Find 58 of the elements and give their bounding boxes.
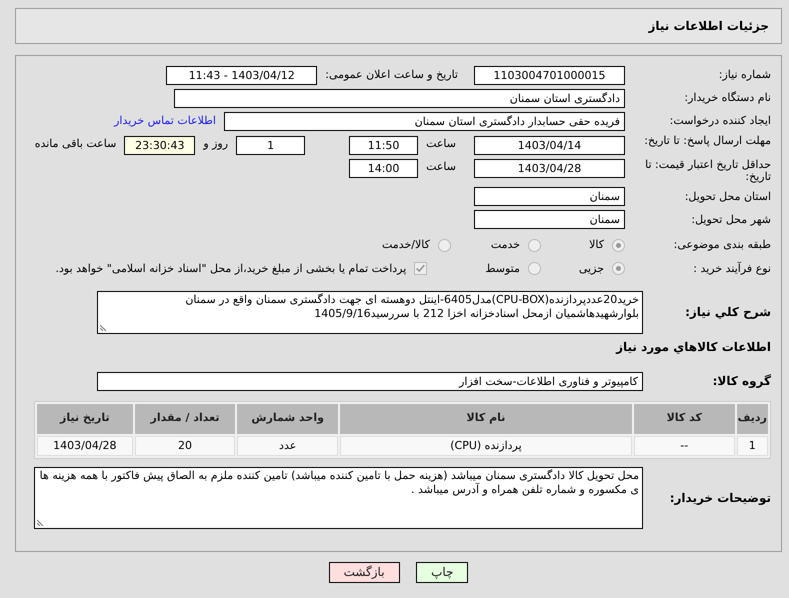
section-heading: اطلاعات كالاهاي مورد نياز — [616, 338, 771, 356]
field-label: ساعت باقی مانده — [34, 136, 116, 152]
input-field[interactable]: کامپیوتر و فناوری اطلاعات-سخت افزار — [97, 372, 643, 391]
radio-option[interactable]: جزیی — [578, 260, 625, 278]
input-field[interactable]: 1103004701000015 — [474, 66, 625, 85]
input-field[interactable]: سمنان — [474, 210, 625, 230]
input-field[interactable]: سمنان — [474, 187, 625, 206]
input-field[interactable]: 1403/04/12 - 11:43 — [166, 66, 318, 85]
input-field[interactable]: 23:30:43 — [124, 136, 196, 155]
input-field[interactable]: 1403/04/14 — [474, 136, 625, 155]
back-button[interactable]: بازگشت — [328, 562, 400, 583]
text-area[interactable]: محل تحویل کالا دادگستری سمنان میباشد (هزینه حمل با تامین کننده میباشد) تامین کننده ملزم به الصاق پیش فاکتور با همه هزینه ها ی مکسوره و شماره تلفن همراه و آدرس میباشد . — [34, 467, 643, 530]
table-cell: 1403/04/28 — [37, 436, 133, 456]
print-button[interactable]: چاپ — [416, 562, 468, 583]
field-label: نام دستگاه خریدار: — [683, 92, 771, 105]
text-area[interactable]: خرید20عددپردازنده(CPU-BOX)مدل6405-اینتل دوهسته ای جهت دادگستری سمنان واقع در سمنان بلوارشهیدهاشمیان ازمحل اسنادخزانه اخزا 212 با سررسید1405/9/16 — [97, 291, 643, 334]
field-label: روز و — [203, 136, 228, 152]
page-title: جزئیات اطلاعات نیاز — [648, 18, 769, 35]
field-label: ساعت — [426, 136, 456, 152]
radio-option[interactable]: کالا — [589, 237, 625, 254]
field-label: طبقه بندی موضوعی: — [672, 239, 771, 252]
input-field[interactable]: 1 — [236, 136, 306, 155]
check-icon — [415, 263, 426, 274]
input-field[interactable]: 11:50 — [349, 136, 418, 155]
column-header: واحد شمارش — [237, 404, 338, 434]
column-header: نام کالا — [340, 404, 632, 434]
field-label: تاریخ و ساعت اعلان عمومی: — [325, 67, 458, 84]
column-header: کد کالا — [634, 404, 735, 434]
input-field[interactable]: 1403/04/28 — [474, 159, 625, 178]
table-cell: 1 — [736, 436, 768, 456]
field-label: شرح كلي نياز: — [684, 304, 771, 322]
table-cell: عدد — [237, 436, 338, 456]
field-label: استان محل تحویل: — [684, 190, 771, 203]
column-header: تعداد / مقدار — [134, 404, 236, 434]
column-header: ردیف — [736, 404, 768, 434]
table-cell: پردازنده (CPU) — [340, 436, 632, 456]
checkbox-option[interactable]: پرداخت تمام یا بخشی از مبلغ خرید،از محل "اسناد خزانه اسلامی" خواهد بود. — [56, 260, 428, 278]
field-label: شماره نیاز: — [718, 69, 771, 82]
field-label: حداقل تاریخ اعتبار قیمت: تا تاریخ: — [644, 159, 771, 184]
field-label: شهر محل تحویل: — [690, 214, 771, 226]
input-field[interactable]: 14:00 — [349, 159, 418, 178]
field-label: ساعت — [426, 159, 456, 175]
field-label: نوع فرآیند خرید : — [692, 262, 771, 275]
field-label: مهلت ارسال پاسخ: تا تاریخ: — [643, 135, 771, 148]
radio-option[interactable]: کالا/خدمت — [382, 237, 451, 254]
field-label: گروه کالا: — [712, 373, 771, 390]
resize-grip-icon[interactable] — [37, 518, 45, 526]
input-field[interactable]: فریده حقی حسابدار دادگستری استان سمنان — [224, 112, 625, 131]
radio-option[interactable]: خدمت — [490, 237, 542, 254]
column-header: تاریخ نیاز — [37, 404, 133, 434]
table-cell: -- — [634, 436, 735, 456]
input-field[interactable]: دادگستری استان سمنان — [174, 89, 625, 108]
radio-option[interactable]: متوسط — [485, 260, 541, 278]
field-label: توضیحات خریدار: — [668, 490, 771, 508]
table-cell: 20 — [134, 436, 236, 456]
resize-grip-icon[interactable] — [100, 322, 108, 331]
contact-link[interactable]: اطلاعات تماس خریدار — [114, 113, 216, 130]
field-label: ایجاد کننده درخواست: — [668, 115, 771, 128]
